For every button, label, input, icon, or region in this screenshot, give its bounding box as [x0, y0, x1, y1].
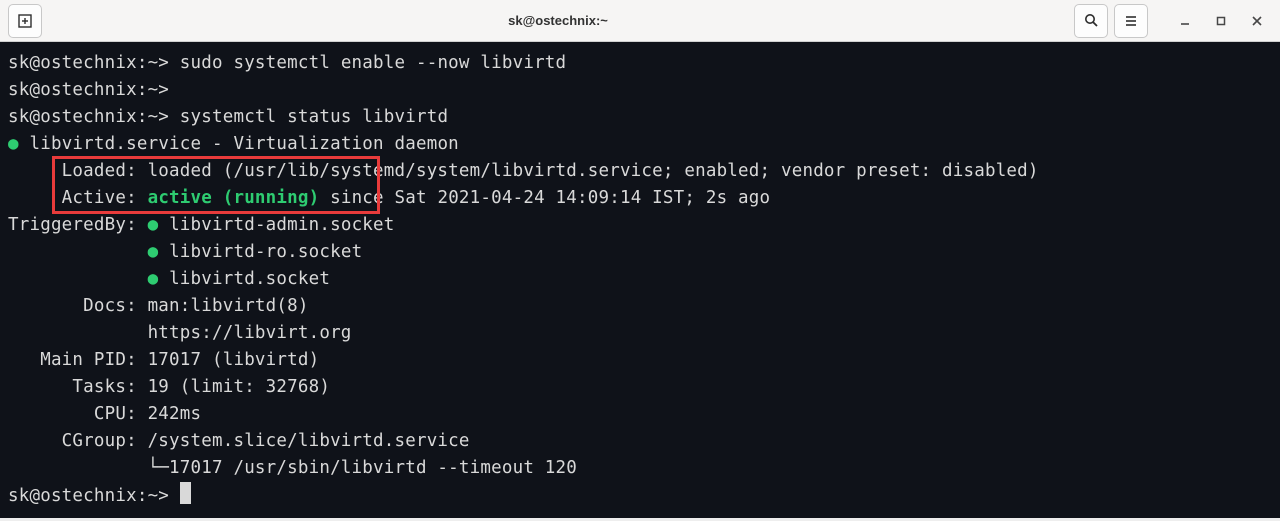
- window-title: sk@ostechnix:~: [48, 13, 1068, 28]
- close-icon: [1252, 16, 1262, 26]
- minimize-button[interactable]: [1172, 8, 1198, 34]
- window-titlebar: sk@ostechnix:~: [0, 0, 1280, 42]
- active-status: active (running): [148, 188, 320, 208]
- command-text: sudo systemctl enable --now libvirtd: [169, 53, 566, 73]
- minimize-icon: [1180, 16, 1190, 26]
- terminal-line: sk@ostechnix:~> systemctl status libvirt…: [8, 104, 1272, 131]
- terminal-line: CGroup: /system.slice/libvirtd.service: [8, 428, 1272, 455]
- terminal-line: └─17017 /usr/sbin/libvirtd --timeout 120: [8, 455, 1272, 482]
- status-bullet-icon: ●: [8, 134, 19, 154]
- hamburger-icon: [1124, 14, 1138, 28]
- terminal-line: TriggeredBy: ● libvirtd-admin.socket: [8, 212, 1272, 239]
- shell-prompt: sk@ostechnix:~>: [8, 53, 169, 73]
- terminal-line: CPU: 242ms: [8, 401, 1272, 428]
- terminal-line: sk@ostechnix:~>: [8, 482, 1272, 510]
- terminal-line-loaded: Loaded: loaded (/usr/lib/systemd/system/…: [8, 158, 1272, 185]
- terminal-line: ● libvirtd.socket: [8, 266, 1272, 293]
- terminal-line: Main PID: 17017 (libvirtd): [8, 347, 1272, 374]
- service-name: libvirtd.service - Virtualization daemon: [19, 134, 459, 154]
- status-bullet-icon: ●: [148, 215, 159, 235]
- maximize-button[interactable]: [1208, 8, 1234, 34]
- terminal-line-active: Active: active (running) since Sat 2021-…: [8, 185, 1272, 212]
- search-button[interactable]: [1074, 4, 1108, 38]
- terminal-line: Docs: man:libvirtd(8): [8, 293, 1272, 320]
- shell-prompt: sk@ostechnix:~>: [8, 80, 169, 100]
- cursor-icon: [180, 482, 191, 504]
- search-icon: [1084, 13, 1099, 28]
- close-button[interactable]: [1244, 8, 1270, 34]
- maximize-icon: [1216, 16, 1226, 26]
- terminal-line: Tasks: 19 (limit: 32768): [8, 374, 1272, 401]
- status-bullet-icon: ●: [148, 242, 159, 262]
- terminal-line: ● libvirtd.service - Virtualization daem…: [8, 131, 1272, 158]
- terminal-line: sk@ostechnix:~> sudo systemctl enable --…: [8, 50, 1272, 77]
- terminal-line: sk@ostechnix:~>: [8, 77, 1272, 104]
- terminal-output[interactable]: sk@ostechnix:~> sudo systemctl enable --…: [0, 42, 1280, 518]
- new-tab-button[interactable]: [8, 4, 42, 38]
- shell-prompt: sk@ostechnix:~>: [8, 107, 169, 127]
- status-bullet-icon: ●: [148, 269, 159, 289]
- command-text: systemctl status libvirtd: [169, 107, 448, 127]
- shell-prompt: sk@ostechnix:~>: [8, 486, 180, 506]
- menu-button[interactable]: [1114, 4, 1148, 38]
- terminal-line: https://libvirt.org: [8, 320, 1272, 347]
- terminal-line: ● libvirtd-ro.socket: [8, 239, 1272, 266]
